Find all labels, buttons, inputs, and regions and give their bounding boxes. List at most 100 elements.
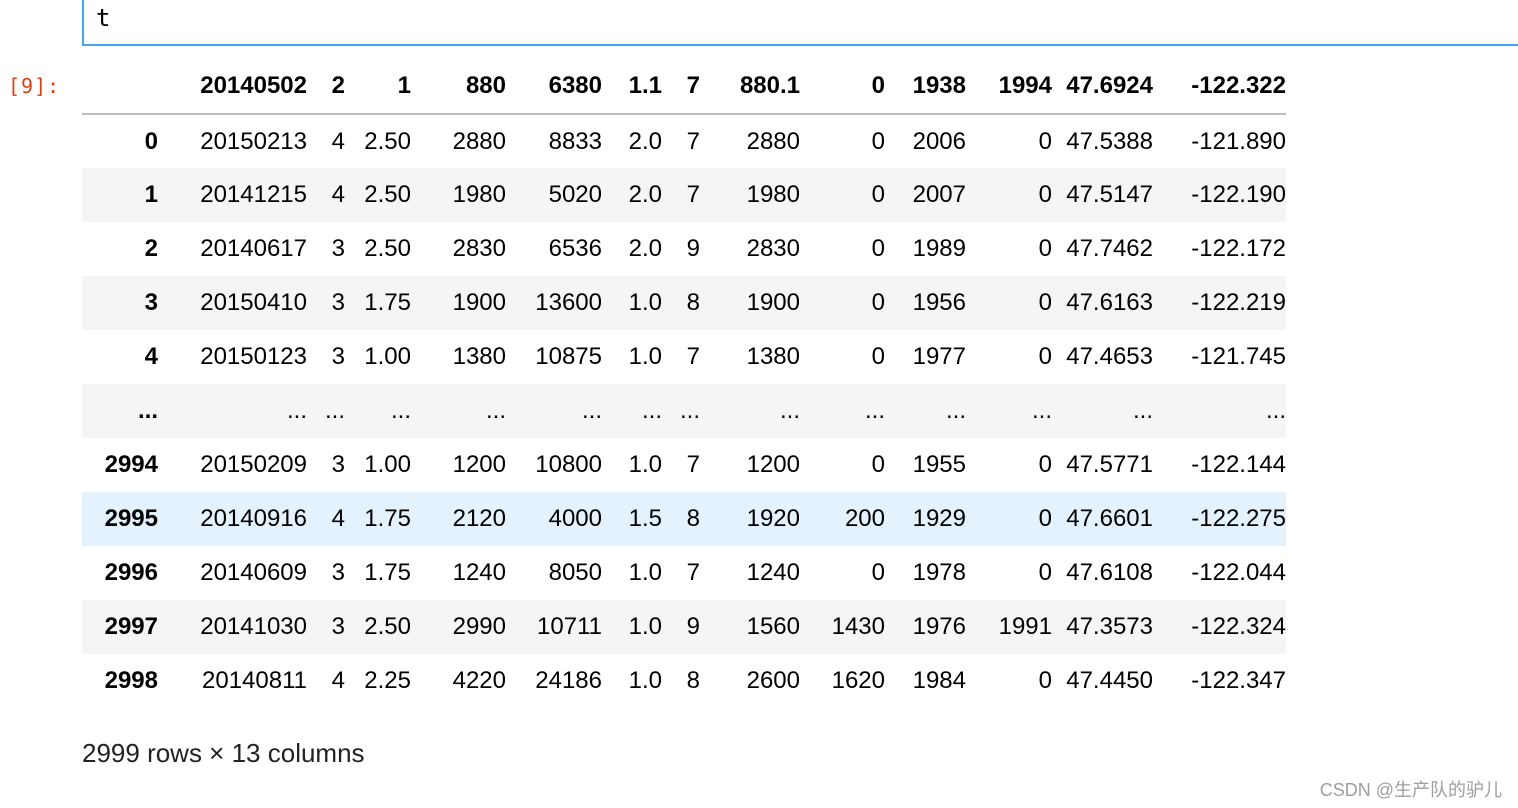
table-cell: ... — [679, 397, 700, 424]
row-index: 3 — [144, 289, 158, 316]
table-row: 2994 20150209 3 1.00 1200 10800 1.0 7 1200 0 1955 0… — [82, 438, 1286, 492]
table-cell: ... — [1031, 397, 1052, 424]
table-cell: 2006 — [912, 127, 966, 155]
table-row: 2998 20140811 4 2.25 4220 24186 1.0 8 2600 1620 19… — [82, 654, 1286, 708]
table-cell: 2.50 — [364, 235, 411, 262]
table-cell: -122.044 — [1191, 559, 1286, 586]
table-cell: 20140617 — [200, 235, 307, 262]
table-cell: 20141215 — [200, 181, 307, 208]
table-cell: 47.6163 — [1066, 289, 1153, 316]
table-cell: 2.50 — [364, 181, 411, 208]
table-cell: 1900 — [452, 289, 506, 316]
row-index: ... — [137, 397, 158, 424]
table-cell: 10800 — [535, 451, 602, 478]
table-cell: 1984 — [912, 667, 966, 694]
table-cell: 1430 — [831, 613, 885, 640]
row-index: 2994 — [104, 451, 158, 478]
table-cell: 3 — [331, 451, 345, 478]
table-cell: 1956 — [912, 289, 966, 316]
table-cell: 47.5771 — [1066, 451, 1153, 478]
table-cell: 2.0 — [628, 127, 662, 155]
table-cell: 1.0 — [628, 451, 662, 478]
table-cell: 4 — [331, 667, 345, 694]
dataframe-summary: 2999 rows × 13 columns — [82, 738, 365, 768]
column-header: 880 — [411, 58, 506, 115]
table-cell: 20150410 — [200, 289, 307, 316]
code-text: t — [96, 4, 111, 32]
watermark: CSDN @生产队的驴儿 — [1319, 780, 1502, 800]
table-cell: 7 — [686, 181, 700, 208]
table-cell: 1380 — [452, 343, 506, 370]
table-cell: 20150209 — [200, 451, 307, 478]
table-cell: -122.172 — [1191, 235, 1286, 262]
table-cell: 3 — [331, 235, 345, 262]
column-header: 7 — [662, 58, 700, 115]
table-cell: 0 — [1038, 127, 1052, 155]
table-cell: 47.3573 — [1066, 613, 1153, 640]
table-cell: 9 — [686, 613, 700, 640]
table-cell: 4 — [331, 127, 345, 155]
table-cell: 0 — [1038, 451, 1052, 478]
table-cell: 2007 — [912, 181, 966, 208]
table-cell: 20150123 — [200, 343, 307, 370]
table-cell: 1.0 — [628, 343, 662, 370]
table-cell: 1200 — [452, 451, 506, 478]
table-cell: 1955 — [912, 451, 966, 478]
table-cell: 47.4450 — [1066, 667, 1153, 694]
table-cell: 0 — [871, 181, 885, 208]
table-cell: 47.6601 — [1066, 505, 1153, 532]
table-cell: 8 — [686, 667, 700, 694]
table-cell: 3 — [331, 343, 345, 370]
column-header: 47.6924 — [1052, 58, 1153, 115]
table-cell: 1560 — [746, 613, 800, 640]
table-cell: 0 — [871, 451, 885, 478]
table-cell: 1.75 — [364, 289, 411, 316]
table-cell: 0 — [871, 343, 885, 370]
column-header: 2 — [307, 58, 345, 115]
column-header: 6380 — [506, 58, 602, 115]
table-cell: 1900 — [746, 289, 800, 316]
table-cell: 47.6108 — [1066, 559, 1153, 586]
table-cell: 2.50 — [364, 127, 411, 155]
table-cell: 7 — [686, 559, 700, 586]
table-cell: 1976 — [912, 613, 966, 640]
output-prompt: [9]: — [8, 74, 61, 98]
table-cell: 24186 — [535, 667, 602, 694]
code-cell-input[interactable]: t — [82, 0, 1518, 46]
table-cell: 1200 — [746, 451, 800, 478]
table-row: 3 20150410 3 1.75 1900 13600 1.0 8 1900 0 1956 0 47.… — [82, 276, 1286, 330]
table-cell: 0 — [1038, 181, 1052, 208]
table-cell: 1240 — [746, 559, 800, 586]
table-cell: 4 — [331, 181, 345, 208]
table-cell: 1380 — [746, 343, 800, 370]
table-cell: 10875 — [535, 343, 602, 370]
table-cell: 20140609 — [200, 559, 307, 586]
table-cell: 4220 — [452, 667, 506, 694]
table-cell: 0 — [1038, 667, 1052, 694]
table-row: 2997 20141030 3 2.50 2990 10711 1.0 9 1560 1430 19… — [82, 600, 1286, 654]
table-cell: 1.00 — [364, 451, 411, 478]
table-cell: ... — [1265, 397, 1286, 424]
table-row: 2995 20140916 4 1.75 2120 4000 1.5 8 1920 200 1929… — [82, 492, 1286, 546]
table-cell: 0 — [871, 235, 885, 262]
table-cell: 1.75 — [364, 559, 411, 586]
row-index: 2996 — [104, 559, 158, 586]
dataframe-table: 20140502 2 1 880 6380 1.1 7 880.1 0 1938… — [82, 58, 1286, 708]
table-cell: 4000 — [548, 505, 602, 532]
index-header — [82, 58, 158, 115]
table-cell: 2990 — [452, 613, 506, 640]
table-cell: 9 — [686, 235, 700, 262]
table-cell: 1.0 — [628, 667, 662, 694]
column-header: 20140502 — [158, 58, 307, 115]
table-cell: 2.25 — [364, 667, 411, 694]
table-cell: 1.0 — [628, 613, 662, 640]
table-cell: 3 — [331, 613, 345, 640]
table-row: 2 20140617 3 2.50 2830 6536 2.0 9 2830 0 1989 0 47.7… — [82, 222, 1286, 276]
table-cell: 2.0 — [628, 181, 662, 208]
table-cell: ... — [390, 397, 411, 424]
table-cell: 1980 — [746, 181, 800, 208]
column-header: 1 — [345, 58, 411, 115]
table-cell: 2120 — [452, 505, 506, 532]
table-cell: 1991 — [998, 613, 1052, 640]
table-cell: 20150213 — [200, 127, 307, 155]
